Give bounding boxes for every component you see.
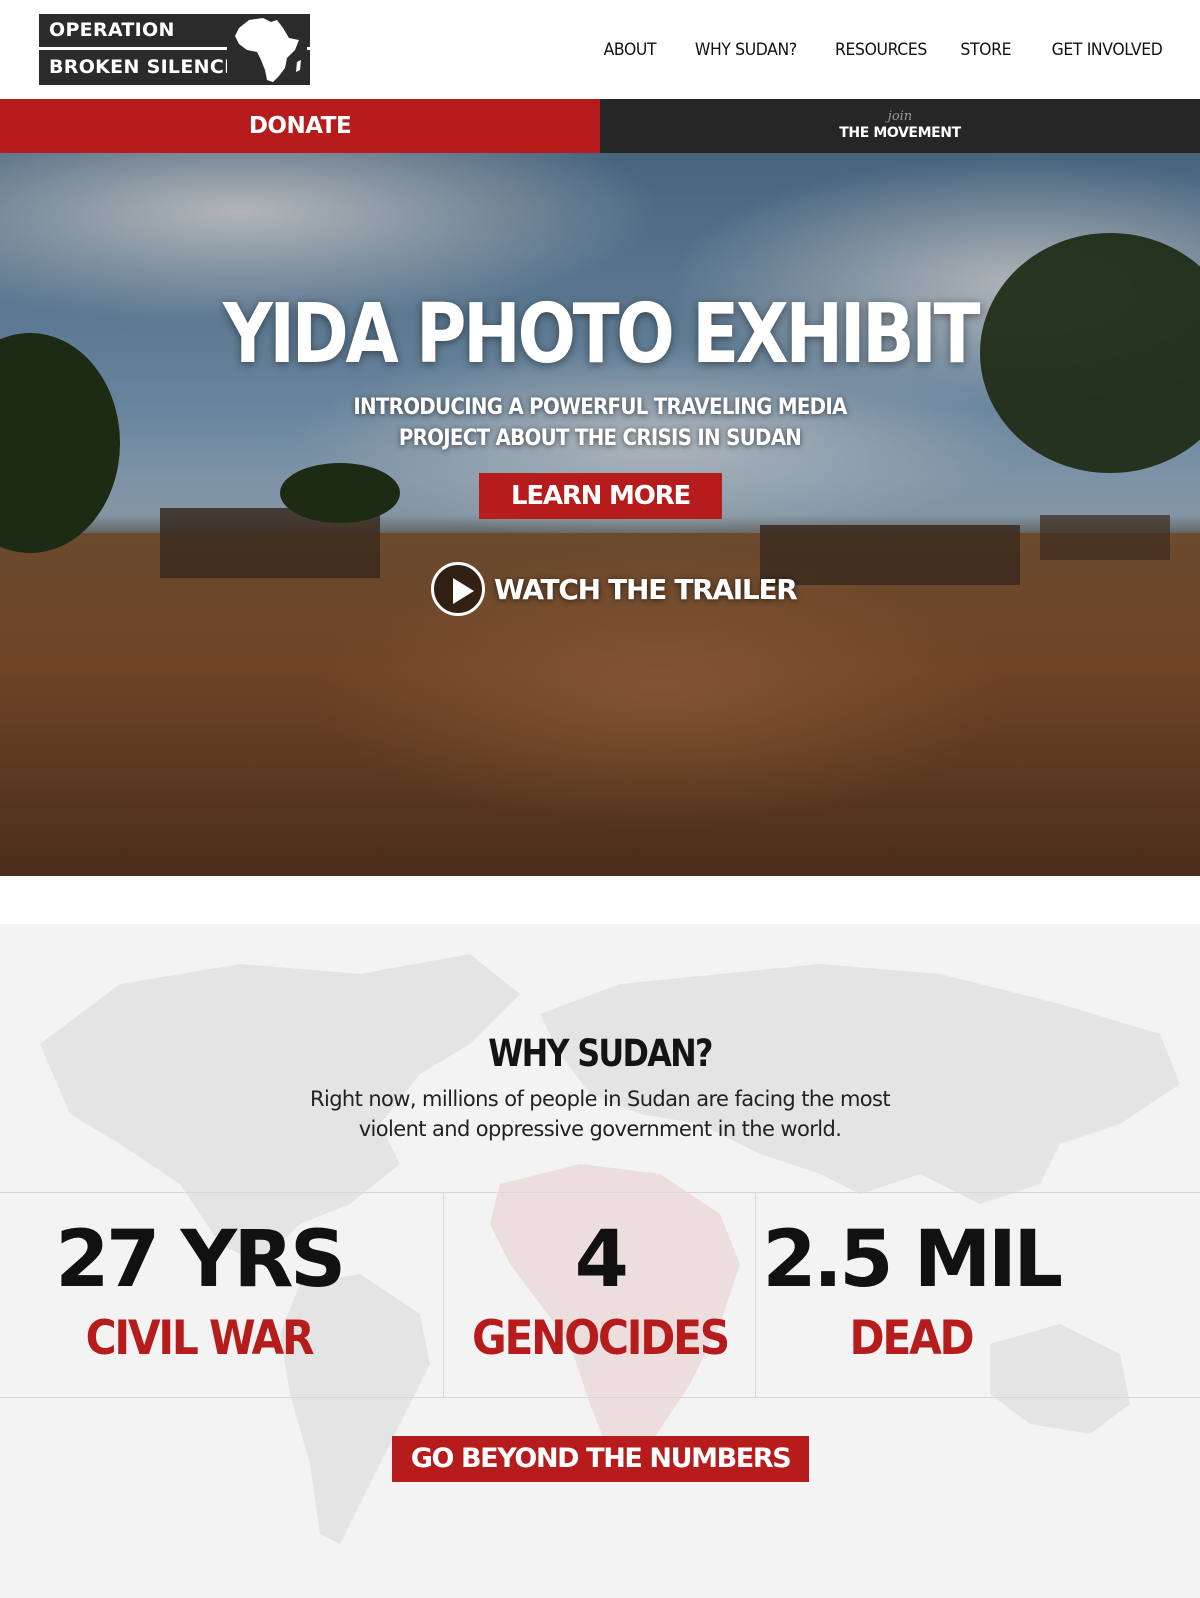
why-sudan-description: Right now, millions of people in Sudan a… [300,1084,900,1144]
play-circle-icon[interactable] [431,562,485,616]
africa-icon [227,14,307,85]
why-sudan-title: WHY SUDAN? [488,1032,713,1075]
hero-hut [760,525,1020,585]
watch-trailer-link[interactable]: WATCH THE TRAILER [431,561,798,617]
join-movement-button[interactable]: join THE MOVEMENT [600,99,1200,153]
logo-line-2: BROKEN SILENCE [39,52,249,82]
hero-subtitle: INTRODUCING A POWERFUL TRAVELING MEDIA P… [60,392,1140,454]
hero-banner: YIDA PHOTO EXHIBIT INTRODUCING A POWERFU… [0,153,1200,876]
join-script-text: join [887,109,913,124]
stat-dead: 2.5 MIL DEAD [756,1193,1200,1397]
go-beyond-numbers-button[interactable]: GO BEYOND THE NUMBERS [392,1436,809,1482]
nav-store[interactable]: STORE [961,40,1012,60]
hero-tree [280,463,400,523]
watch-trailer-label: WATCH THE TRAILER [494,572,798,606]
donate-button[interactable]: DONATE [0,99,600,153]
stat-genocides: 4 GENOCIDES [444,1193,756,1397]
why-sudan-text-line-2: violent and oppressive government in the… [358,1117,842,1141]
site-logo[interactable]: OPERATION BROKEN SILENCE [39,14,310,85]
stat-label: CIVIL WAR [85,1311,315,1366]
stats-row: 27 YRS CIVIL WAR 4 GENOCIDES 2.5 MIL DEA… [0,1192,1200,1398]
why-sudan-text-line-1: Right now, millions of people in Sudan a… [309,1087,891,1111]
hero-subtitle-line-2: PROJECT ABOUT THE CRISIS IN SUDAN [398,426,802,451]
hero-hut [1040,515,1170,560]
hero-subtitle-line-1: INTRODUCING A POWERFUL TRAVELING MEDIA [353,395,847,420]
stat-label: DEAD [849,1311,975,1366]
stat-value: 27 YRS [55,1215,346,1305]
main-nav: ABOUT WHY SUDAN? RESOURCES STORE GET INV… [569,40,1162,60]
nav-about[interactable]: ABOUT [603,40,656,60]
why-sudan-section: WHY SUDAN? Right now, millions of people… [0,924,1200,1598]
stat-label: GENOCIDES [472,1311,730,1366]
nav-resources[interactable]: RESOURCES [835,40,927,60]
site-header: OPERATION BROKEN SILENCE ABOUT WHY SUDAN… [0,0,1200,99]
stat-civil-war: 27 YRS CIVIL WAR [0,1193,444,1397]
stat-value: 4 [574,1215,629,1305]
nav-why-sudan[interactable]: WHY SUDAN? [695,40,797,60]
stat-value: 2.5 MIL [762,1215,1063,1305]
learn-more-button[interactable]: LEARN MORE [479,473,722,519]
join-movement-label: THE MOVEMENT [839,125,961,141]
logo-line-1: OPERATION [39,15,249,45]
nav-get-involved[interactable]: GET INVOLVED [1051,40,1162,60]
hero-title: YIDA PHOTO EXHIBIT [222,287,981,382]
action-bar: DONATE join THE MOVEMENT [0,99,1200,153]
